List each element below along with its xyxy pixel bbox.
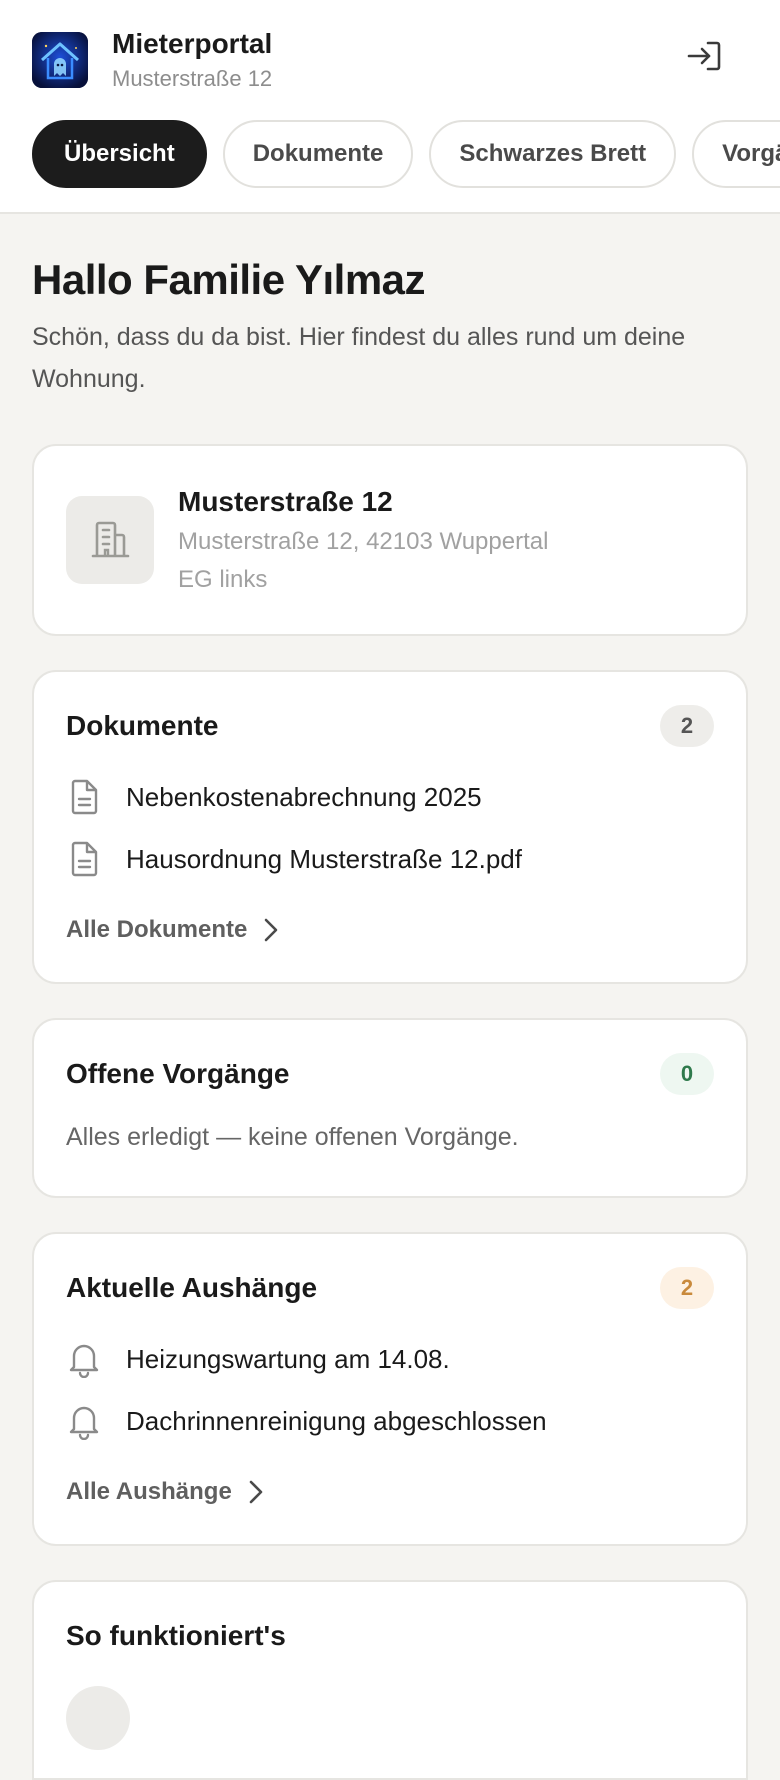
notices-card: Aktuelle Aushänge 2 Heizungswartung am 1… (32, 1232, 748, 1546)
property-unit: EG links (178, 566, 268, 593)
greeting-text: Schön, dass du da bist. Hier findest du … (32, 323, 686, 393)
main-content: Hallo Familie Yılmaz Schön, dass du da b… (32, 214, 748, 1780)
notice-item[interactable]: Heizungswartung am 14.08. (66, 1328, 714, 1390)
brand-text: Mieterportal Musterstraße 12 (112, 28, 272, 92)
property-card[interactable]: Musterstraße 12 Musterstraße 12, 42103 W… (32, 444, 748, 636)
document-icon (66, 839, 102, 879)
notice-item-label: Heizungswartung am 14.08. (126, 1343, 450, 1374)
tab-documents[interactable]: Dokumente (222, 120, 414, 188)
document-item-label: Hausordnung Musterstraße 12.pdf (126, 843, 522, 874)
property-info: Musterstraße 12 Musterstraße 12, 42103 W… (178, 485, 548, 595)
notice-item-label: Dachrinnenreinigung abgeschlossen (126, 1405, 547, 1436)
notices-card-header: Aktuelle Aushänge 2 (66, 1264, 714, 1312)
house-ghost-logo-icon (32, 32, 88, 88)
greeting-title: Hallo Familie Yılmaz (32, 256, 426, 303)
open-processes-empty-text: Alles erledigt — keine offenen Vorgänge. (66, 1123, 519, 1151)
notices-count-badge: 2 (660, 1267, 714, 1309)
documents-count-badge: 2 (660, 705, 714, 747)
all-documents-link[interactable]: Alle Dokumente (66, 902, 279, 958)
logout-button[interactable] (682, 36, 726, 80)
logout-icon (686, 40, 722, 77)
document-item-label: Nebenkostenabrechnung 2025 (126, 781, 482, 812)
app-subtitle: Musterstraße 12 (112, 66, 273, 91)
all-notices-link[interactable]: Alle Aushänge (66, 1464, 264, 1520)
tab-processes[interactable]: Vorgänge (692, 120, 780, 188)
property-name: Musterstraße 12 (178, 486, 393, 517)
chevron-right-icon (248, 1479, 264, 1505)
open-processes-card-title: Offene Vorgänge (66, 1058, 290, 1089)
notices-list: Heizungswartung am 14.08. Dachrinnenrein… (66, 1328, 714, 1452)
open-processes-card: Offene Vorgänge 0 Alles erledigt — keine… (32, 1018, 748, 1198)
document-item[interactable]: Nebenkostenabrechnung 2025 (66, 766, 714, 828)
document-icon (66, 777, 102, 817)
open-processes-count-badge: 0 (660, 1053, 714, 1095)
documents-card-header: Dokumente 2 (66, 702, 714, 750)
top-bar: Mieterportal Musterstraße 12 Übersicht D… (0, 0, 780, 214)
how-it-works-card-header: So funktioniert's (66, 1612, 714, 1660)
documents-card: Dokumente 2 Nebenkostenabrechnung 2025 H… (32, 670, 748, 984)
bell-icon (66, 1339, 102, 1379)
tab-bar: Übersicht Dokumente Schwarzes Brett Vorg… (32, 120, 780, 188)
all-documents-label: Alle Dokumente (66, 916, 248, 943)
documents-card-title: Dokumente (66, 710, 219, 741)
open-processes-card-header: Offene Vorgänge 0 (66, 1050, 714, 1098)
how-it-works-card-title: So funktioniert's (66, 1620, 286, 1651)
property-address: Musterstraße 12, 42103 Wuppertal (178, 528, 549, 555)
tab-overview[interactable]: Übersicht (32, 120, 207, 188)
step-number-circle (66, 1686, 130, 1750)
how-it-works-card: So funktioniert's (32, 1580, 748, 1780)
chevron-right-icon (263, 917, 279, 943)
building-icon (66, 496, 154, 584)
documents-list: Nebenkostenabrechnung 2025 Hausordnung M… (66, 766, 714, 890)
notice-item[interactable]: Dachrinnenreinigung abgeschlossen (66, 1390, 714, 1452)
notices-card-title: Aktuelle Aushänge (66, 1272, 318, 1303)
all-notices-label: Alle Aushänge (66, 1478, 232, 1505)
document-item[interactable]: Hausordnung Musterstraße 12.pdf (66, 828, 714, 890)
app-title: Mieterportal (112, 28, 273, 59)
tab-bulletin-board[interactable]: Schwarzes Brett (429, 120, 677, 188)
brand: Mieterportal Musterstraße 12 (32, 28, 272, 92)
bell-icon (66, 1401, 102, 1441)
